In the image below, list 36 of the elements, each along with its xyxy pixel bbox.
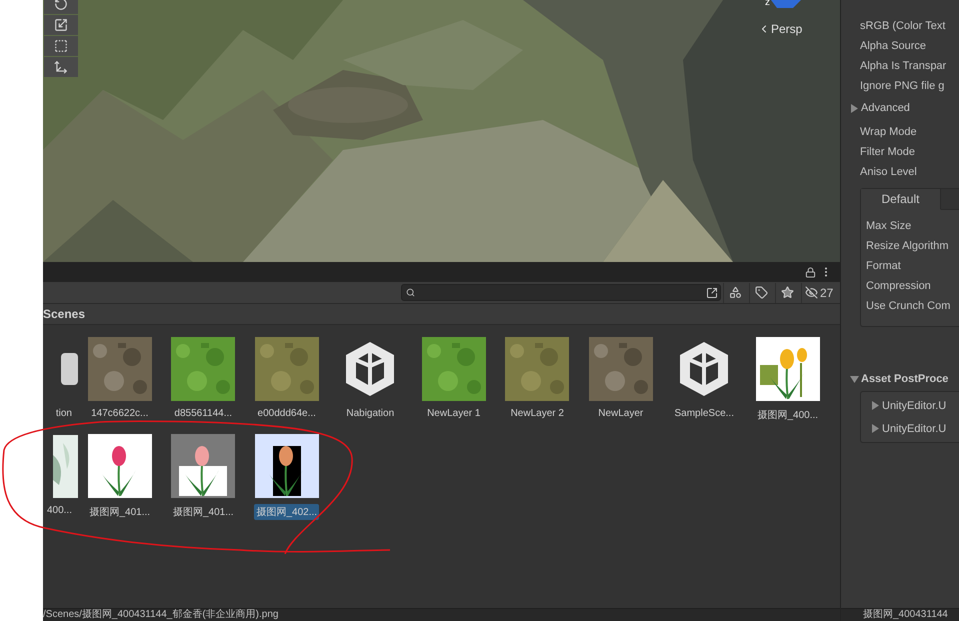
property-label: Use Crunch Com (865, 299, 952, 314)
asset-label[interactable]: 摄图网_401... (87, 504, 152, 520)
asset-label[interactable]: 摄图网_402... (254, 504, 320, 520)
asset-label[interactable]: NewLayer (596, 407, 646, 420)
property-label: Compression (865, 279, 932, 294)
asset-label[interactable]: Nabigation (344, 407, 396, 420)
axis-label: z (765, 0, 770, 8)
camera-mode-label[interactable]: Persp (771, 22, 802, 36)
property-label: Alpha Source (859, 39, 928, 54)
section-header[interactable]: Advanced (861, 102, 910, 114)
property-label: Format (865, 259, 902, 274)
postprocessor-label[interactable]: UnityEditor.U (882, 422, 946, 434)
property-label: Resize Algorithm (865, 239, 950, 254)
asset-label[interactable]: 400... (44, 504, 74, 517)
property-label: sRGB (Color Text (859, 19, 946, 34)
asset-label[interactable]: d85561144... (172, 407, 234, 420)
property-label: Alpha Is Transpar (859, 59, 948, 74)
property-label: Aniso Level (859, 165, 918, 180)
asset-label[interactable]: SampleSce... (672, 407, 736, 420)
asset-name: 摄图网_400431144 (863, 609, 948, 621)
property-label: Ignore PNG file g (859, 79, 946, 94)
asset-label[interactable]: tion (54, 407, 74, 420)
platform-tab[interactable]: Default (861, 189, 941, 210)
property-label: Filter Mode (859, 145, 916, 160)
hidden-packages-button[interactable]: 27 (801, 282, 836, 302)
property-label: Max Size (865, 219, 912, 234)
postprocessor-label[interactable]: UnityEditor.U (882, 400, 946, 412)
asset-label[interactable]: e00ddd64e... (256, 407, 318, 420)
asset-label[interactable]: 147c6622c... (89, 407, 150, 420)
breadcrumb[interactable]: Scenes (43, 307, 86, 321)
property-label: Wrap Mode (859, 125, 918, 140)
asset-label[interactable]: NewLayer 2 (508, 407, 566, 420)
asset-label[interactable]: 摄图网_400... (755, 407, 820, 423)
asset-label[interactable]: NewLayer 1 (425, 407, 482, 420)
section-header[interactable]: Asset PostProce (861, 373, 948, 385)
asset-label[interactable]: 摄图网_401... (170, 504, 236, 520)
